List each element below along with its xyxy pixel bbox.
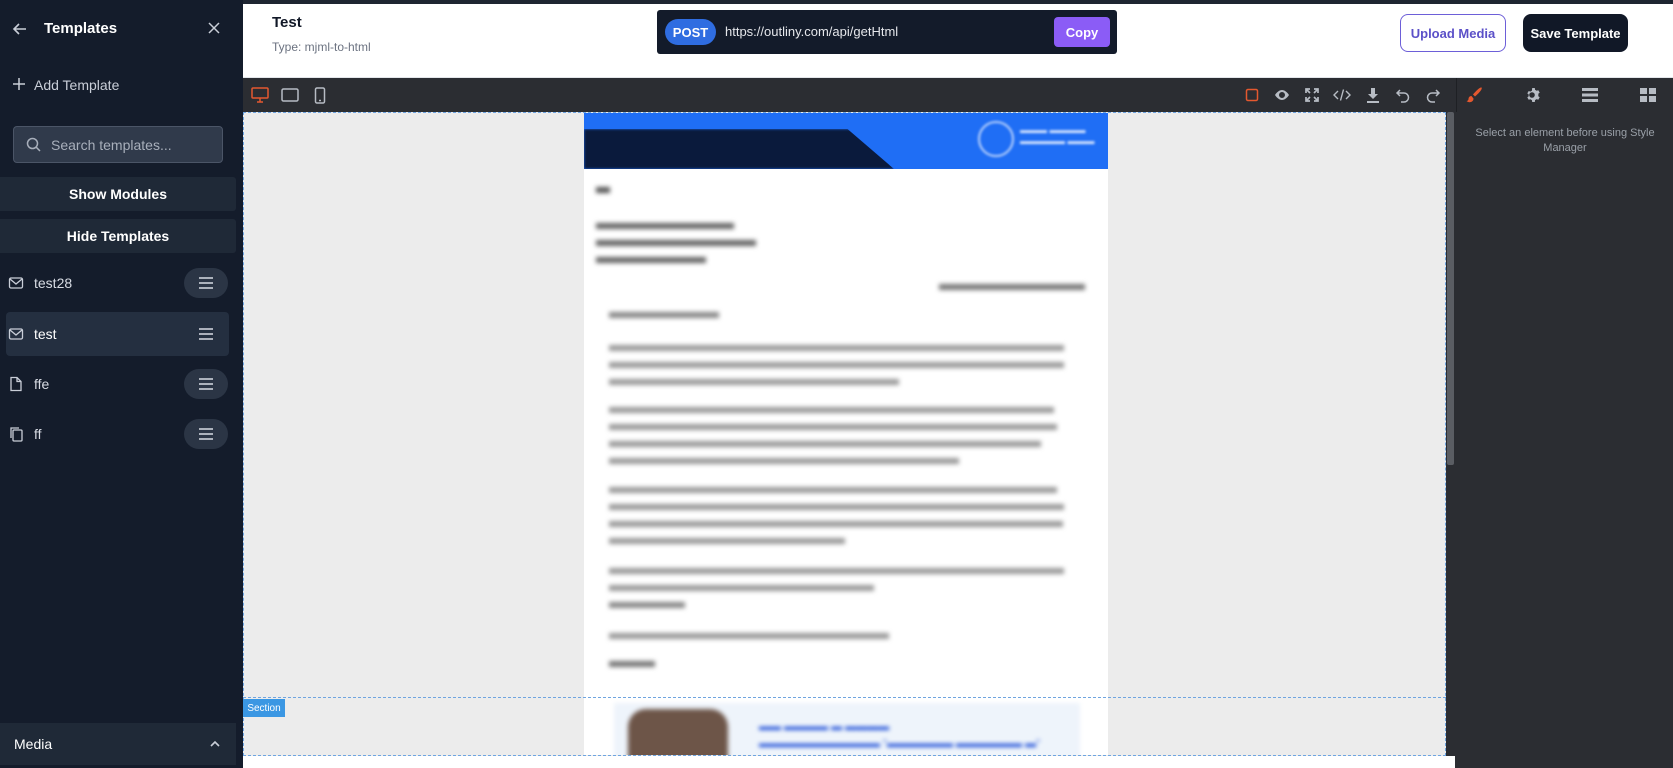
email-header-banner[interactable]: ▬▬▬ ▬▬▬▬ ▬▬▬▬▬ ▬▬▬	[584, 113, 1108, 169]
email-preview[interactable]: ▬▬▬ ▬▬▬▬ ▬▬▬▬▬ ▬▬▬	[584, 113, 1108, 755]
upload-media-button[interactable]: Upload Media	[1400, 14, 1506, 52]
template-menu-button[interactable]	[184, 268, 228, 298]
api-url: https://outliny.com/api/getHtml	[725, 24, 899, 39]
template-item-ff[interactable]: ff	[6, 412, 229, 456]
hamburger-icon	[199, 328, 213, 340]
hamburger-icon	[199, 428, 213, 440]
hide-templates-button[interactable]: Hide Templates	[0, 219, 236, 253]
undo-icon[interactable]	[1394, 86, 1412, 104]
eye-preview-icon[interactable]	[1273, 86, 1291, 104]
editor-header: Test Type: mjml-to-html POST https://out…	[243, 0, 1673, 78]
copy-icon	[8, 426, 24, 442]
template-item-test[interactable]: test	[6, 312, 229, 356]
template-item-test28[interactable]: test28	[6, 261, 229, 305]
template-menu-button[interactable]	[184, 419, 228, 449]
back-arrow-icon[interactable]	[10, 19, 30, 39]
scrollbar-thumb[interactable]	[1447, 112, 1454, 465]
page-title: Test	[272, 14, 302, 31]
template-item-ffe[interactable]: ffe	[6, 362, 229, 406]
toolbar-divider	[1456, 78, 1457, 112]
template-label: test28	[34, 275, 73, 291]
template-menu-button[interactable]	[184, 369, 228, 399]
tablet-icon[interactable]	[281, 86, 299, 104]
hamburger-icon	[199, 378, 213, 390]
desktop-icon[interactable]	[251, 86, 269, 104]
api-endpoint-bar: POST https://outliny.com/api/getHtml Cop…	[657, 10, 1117, 54]
redo-icon[interactable]	[1424, 86, 1442, 104]
media-label: Media	[14, 736, 53, 752]
mail-icon	[8, 275, 24, 291]
section-badge: Section	[243, 699, 285, 717]
download-icon[interactable]	[1364, 86, 1382, 104]
blocks-grid-icon[interactable]	[1639, 86, 1657, 104]
mobile-icon[interactable]	[311, 86, 329, 104]
style-manager-message: Select an element before using Style Man…	[1475, 127, 1655, 154]
mail-icon	[8, 326, 24, 342]
journal-logo	[978, 121, 1014, 157]
sidebar-title: Templates	[44, 20, 118, 37]
canvas-scrollbar[interactable]	[1446, 112, 1455, 756]
signature-avatar	[628, 709, 728, 755]
search-box	[13, 126, 223, 163]
search-input[interactable]	[51, 136, 211, 153]
add-template-label: Add Template	[34, 77, 120, 93]
journal-logo-text: ▬▬▬ ▬▬▬▬ ▬▬▬▬▬ ▬▬▬	[1020, 125, 1095, 146]
media-panel-toggle[interactable]: Media	[0, 723, 236, 765]
add-template-button[interactable]: Add Template	[12, 74, 119, 96]
canvas-bottom-strip	[243, 756, 1455, 768]
fullscreen-icon[interactable]	[1303, 86, 1321, 104]
templates-sidebar: Templates Add Template Show Modules Hide…	[0, 0, 243, 768]
signature-text-blurred: ▬▬ ▬▬▬▬ ▬ ▬▬▬▬ ▬▬▬▬▬▬▬▬▬▬▬ "▬▬▬▬▬▬ ▬▬▬▬▬▬…	[759, 721, 1040, 750]
chevron-up-icon	[208, 737, 222, 751]
style-brush-icon[interactable]	[1465, 86, 1483, 104]
email-signature-section[interactable]: ▬▬ ▬▬▬▬ ▬ ▬▬▬▬ ▬▬▬▬▬▬▬▬▬▬▬ "▬▬▬▬▬▬ ▬▬▬▬▬▬…	[584, 699, 1108, 755]
editor-canvas[interactable]: ▬▬▬ ▬▬▬▬ ▬▬▬▬▬ ▬▬▬ ▬▬ ▬▬▬▬ ▬ ▬▬▬▬ ▬▬▬▬▬▬▬▬…	[243, 112, 1446, 756]
sidebar-header: Templates	[0, 0, 243, 58]
template-label: test	[34, 326, 57, 342]
hamburger-icon	[199, 277, 213, 289]
style-manager-panel: Select an element before using Style Man…	[1455, 112, 1673, 768]
http-method-badge: POST	[665, 19, 716, 45]
template-menu-button[interactable]	[184, 319, 228, 349]
template-type: Type: mjml-to-html	[272, 40, 371, 54]
close-icon[interactable]	[205, 19, 223, 37]
file-icon	[8, 376, 24, 392]
template-label: ff	[34, 426, 42, 442]
code-icon[interactable]	[1333, 86, 1351, 104]
settings-gear-icon[interactable]	[1523, 86, 1541, 104]
plus-icon	[12, 77, 26, 94]
component-outline-icon[interactable]	[1243, 86, 1261, 104]
layers-icon[interactable]	[1581, 86, 1599, 104]
save-template-button[interactable]: Save Template	[1523, 14, 1628, 52]
copy-button[interactable]: Copy	[1054, 17, 1110, 47]
section-outline	[243, 697, 1446, 698]
editor-toolbar	[243, 78, 1673, 112]
template-label: ffe	[34, 376, 50, 392]
search-icon	[26, 137, 41, 152]
banner-dark-shape	[584, 129, 894, 169]
show-modules-button[interactable]: Show Modules	[0, 177, 236, 211]
